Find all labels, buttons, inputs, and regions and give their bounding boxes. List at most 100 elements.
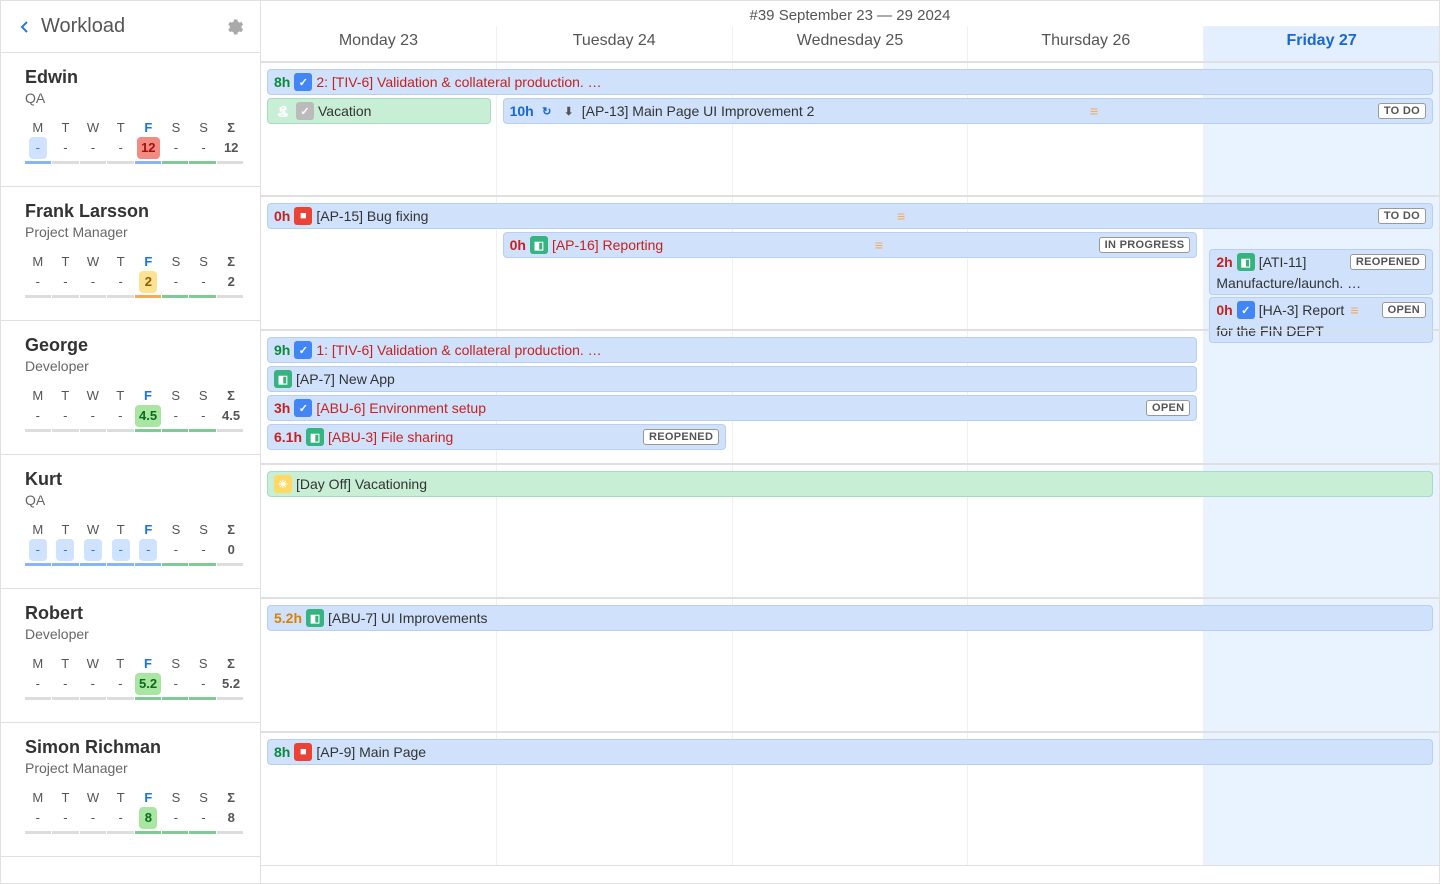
- day-value: -: [56, 807, 74, 829]
- person-lane: 0h■[AP-15] Bug fixing≡TO DO0h◧[AP-16] Re…: [261, 196, 1439, 330]
- day-value: -: [56, 539, 74, 561]
- status-tag: TO DO: [1378, 208, 1426, 224]
- status-tag: IN PROGRESS: [1099, 237, 1191, 253]
- day-value: -: [84, 673, 102, 695]
- day-value: -: [195, 539, 213, 561]
- person-card[interactable]: RobertDeveloperM-T-W-T-F5.2S-S-Σ5.2: [1, 589, 260, 723]
- day-label: T: [53, 254, 79, 269]
- day-label: S: [191, 656, 217, 671]
- task-bar[interactable]: 3h✓[ABU-6] Environment setupOPEN: [267, 395, 1197, 421]
- day-label: Σ: [218, 120, 244, 135]
- workload-bar: [25, 429, 244, 432]
- day-value: -: [167, 137, 185, 159]
- task-bar[interactable]: 0h◧[AP-16] Reporting≡IN PROGRESS: [503, 232, 1198, 258]
- day-label: S: [163, 522, 189, 537]
- day-value: -: [167, 807, 185, 829]
- day-value: 5.2: [218, 673, 244, 695]
- task-bar[interactable]: 8h■[AP-9] Main Page: [267, 739, 1433, 765]
- sidebar: Workload EdwinQAM-T-W-T-F12S-S-Σ12Frank …: [1, 1, 261, 883]
- task-hours: 9h: [274, 342, 290, 358]
- day-label: Σ: [218, 656, 244, 671]
- day-label: W: [80, 254, 106, 269]
- status-tag: REOPENED: [643, 429, 719, 445]
- person-card[interactable]: GeorgeDeveloperM-T-W-T-F4.5S-S-Σ4.5: [1, 321, 260, 455]
- day-value: 4.5: [135, 405, 161, 427]
- task-bar[interactable]: ◧[AP-7] New App: [267, 366, 1197, 392]
- task-bar[interactable]: 5.2h◧[ABU-7] UI Improvements: [267, 605, 1433, 631]
- day-label: T: [108, 388, 134, 403]
- day-label: T: [53, 522, 79, 537]
- priority-icon: ≡: [875, 237, 883, 253]
- day-label: S: [191, 120, 217, 135]
- person-lane: 5.2h◧[ABU-7] UI Improvements: [261, 598, 1439, 732]
- day-value: -: [167, 271, 185, 293]
- task-subtitle: Manufacture/launch. …: [1216, 275, 1361, 291]
- sidebar-header: Workload: [1, 1, 260, 53]
- day-value: -: [29, 271, 47, 293]
- story-icon: ◧: [274, 370, 292, 388]
- task-title: [Day Off] Vacationing: [296, 476, 427, 492]
- task-hours: 8h: [274, 74, 290, 90]
- person-card[interactable]: KurtQAM-T-W-T-F-S-S-Σ0: [1, 455, 260, 589]
- days-summary: M-T-W-T-F12S-S-Σ12: [25, 120, 244, 159]
- bug-icon: ■: [294, 743, 312, 761]
- day-header[interactable]: Friday 27: [1203, 26, 1439, 61]
- task-bar[interactable]: 8h✓2: [TIV-6] Validation & collateral pr…: [267, 69, 1433, 95]
- task-bar[interactable]: 🏝✓Vacation: [267, 98, 491, 124]
- days-summary: M-T-W-T-F5.2S-S-Σ5.2: [25, 656, 244, 695]
- person-card[interactable]: EdwinQAM-T-W-T-F12S-S-Σ12: [1, 53, 260, 187]
- day-label: F: [136, 120, 162, 135]
- day-value: 12: [137, 137, 159, 159]
- person-card[interactable]: Simon RichmanProject ManagerM-T-W-T-F8S-…: [1, 723, 260, 857]
- person-role: Project Manager: [25, 224, 244, 240]
- task-check-icon: ✓: [294, 341, 312, 359]
- day-value: -: [112, 137, 130, 159]
- day-label: F: [136, 522, 162, 537]
- sidebar-title: Workload: [41, 15, 222, 38]
- task-hours: 8h: [274, 744, 290, 760]
- day-label: S: [191, 522, 217, 537]
- task-hours: 3h: [274, 400, 290, 416]
- day-value: 5.2: [135, 673, 161, 695]
- person-card[interactable]: Frank LarssonProject ManagerM-T-W-T-F2S-…: [1, 187, 260, 321]
- day-value: -: [195, 271, 213, 293]
- person-role: QA: [25, 492, 244, 508]
- day-value: 8: [139, 807, 157, 829]
- day-value: -: [112, 271, 130, 293]
- day-label: W: [80, 790, 106, 805]
- person-name: Simon Richman: [25, 737, 244, 758]
- day-value: -: [56, 405, 74, 427]
- task-cell[interactable]: 2h◧[ATI-11]REOPENEDManufacture/launch. …: [1209, 249, 1433, 295]
- person-lane: ✳[Day Off] Vacationing: [261, 464, 1439, 598]
- day-label: T: [108, 790, 134, 805]
- task-title: [AP-15] Bug fixing: [316, 208, 428, 224]
- day-value: 12: [220, 137, 242, 159]
- day-header[interactable]: Thursday 26: [967, 26, 1203, 61]
- day-value: -: [167, 673, 185, 695]
- days-summary: M-T-W-T-F4.5S-S-Σ4.5: [25, 388, 244, 427]
- task-hours: 5.2h: [274, 610, 302, 626]
- task-title: Vacation: [318, 103, 371, 119]
- workload-bar: [25, 697, 244, 700]
- task-hours: 0h: [274, 208, 290, 224]
- workload-bar: [25, 831, 244, 834]
- task-title: [AP-9] Main Page: [316, 744, 426, 760]
- task-hours: 10h: [510, 103, 534, 119]
- day-value: -: [29, 673, 47, 695]
- back-button[interactable]: [15, 17, 35, 37]
- day-header[interactable]: Tuesday 24: [496, 26, 732, 61]
- priority-icon: ≡: [1090, 103, 1098, 119]
- task-bar[interactable]: 6.1h◧[ABU-3] File sharingREOPENED: [267, 424, 726, 450]
- day-header[interactable]: Monday 23: [261, 26, 496, 61]
- main-panel: #39 September 23 — 29 2024 Monday 23Tues…: [261, 1, 1439, 883]
- task-bar[interactable]: 10h↻⬇[AP-13] Main Page UI Improvement 2≡…: [503, 98, 1433, 124]
- day-value: -: [112, 539, 130, 561]
- day-header[interactable]: Wednesday 25: [732, 26, 968, 61]
- day-value: -: [195, 807, 213, 829]
- settings-button[interactable]: [222, 15, 246, 39]
- task-bar[interactable]: 9h✓1: [TIV-6] Validation & collateral pr…: [267, 337, 1197, 363]
- day-label: M: [25, 522, 51, 537]
- task-bar[interactable]: 0h■[AP-15] Bug fixing≡TO DO: [267, 203, 1433, 229]
- task-bar[interactable]: ✳[Day Off] Vacationing: [267, 471, 1433, 497]
- day-value: -: [29, 137, 47, 159]
